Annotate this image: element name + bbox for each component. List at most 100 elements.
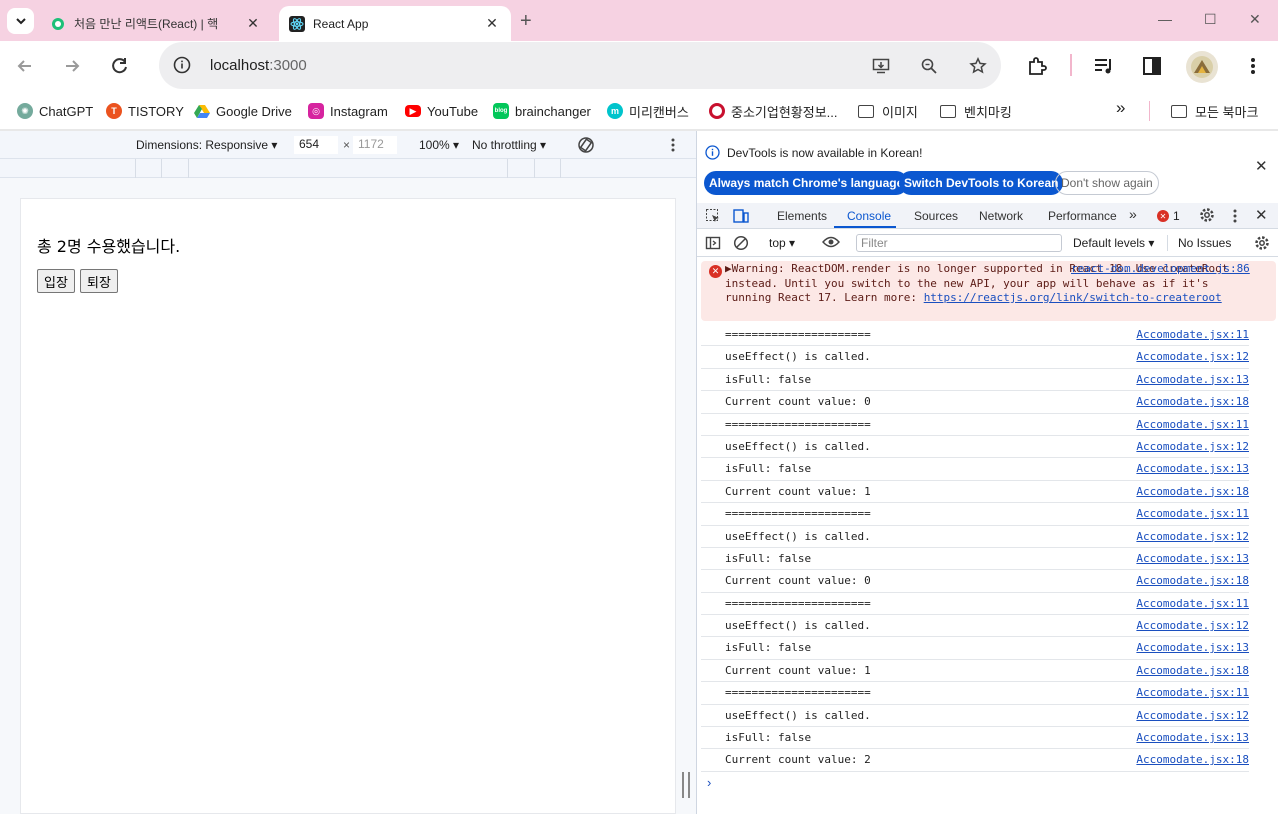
device-toggle-icon[interactable] — [733, 208, 749, 227]
log-source-link[interactable]: Accomodate.jsx:18 — [1136, 753, 1249, 766]
back-button[interactable] — [12, 53, 38, 79]
bookmark-miricanvas[interactable]: m 미리캔버스 — [607, 102, 689, 120]
console-log-list: ====================== Accomodate.jsx:11 u… — [701, 324, 1249, 772]
console-log-row: isFull: false Accomodate.jsx:13 — [701, 727, 1249, 750]
bookmark-tistory[interactable]: T TISTORY — [106, 102, 184, 120]
tab-network[interactable]: Network — [979, 209, 1023, 223]
avatar[interactable] — [1186, 51, 1218, 83]
height-input[interactable]: 1172 — [353, 136, 397, 154]
log-source-link[interactable]: Accomodate.jsx:11 — [1136, 597, 1249, 610]
close-banner-icon[interactable]: ✕ — [1255, 157, 1268, 175]
side-panel-icon[interactable] — [1139, 53, 1165, 79]
log-source-link[interactable]: Accomodate.jsx:18 — [1136, 395, 1249, 408]
throttling-dropdown[interactable]: No throttling ▾ — [472, 138, 546, 152]
match-language-button[interactable]: Always match Chrome's language — [704, 171, 909, 195]
extensions-icon[interactable] — [1024, 53, 1050, 79]
bookmark-sme-info[interactable]: 중소기업현황정보... — [709, 102, 838, 120]
zoom-dropdown[interactable]: 100% ▾ — [419, 138, 459, 152]
tab-sources[interactable]: Sources — [914, 209, 958, 223]
tab-react-app[interactable]: React App ✕ — [279, 6, 511, 41]
log-source-link[interactable]: Accomodate.jsx:13 — [1136, 641, 1249, 654]
clear-console-icon[interactable] — [733, 235, 749, 254]
bookmark-folder-benchmarking[interactable]: 벤치마킹 — [940, 102, 1012, 120]
zoom-icon[interactable] — [917, 54, 941, 78]
log-source-link[interactable]: Accomodate.jsx:11 — [1136, 418, 1249, 431]
minimize-icon[interactable]: — — [1158, 11, 1172, 27]
new-tab-button[interactable]: + — [520, 10, 532, 33]
bookmark-instagram[interactable]: ◎ Instagram — [308, 102, 388, 120]
log-source-link[interactable]: Accomodate.jsx:13 — [1136, 462, 1249, 475]
tab-course[interactable]: 처음 만난 리액트(React) | 핵 ✕ — [40, 6, 272, 41]
log-source-link[interactable]: Accomodate.jsx:12 — [1136, 709, 1249, 722]
arrow-left-icon — [17, 60, 31, 72]
install-app-icon[interactable] — [869, 54, 893, 78]
log-source-link[interactable]: Accomodate.jsx:13 — [1136, 373, 1249, 386]
log-source-link[interactable]: Accomodate.jsx:11 — [1136, 507, 1249, 520]
reload-button[interactable] — [107, 53, 133, 79]
log-source-link[interactable]: Accomodate.jsx:12 — [1136, 440, 1249, 453]
width-input[interactable]: 654 — [294, 136, 338, 154]
bookmark-google-drive[interactable]: Google Drive — [194, 102, 292, 120]
tab-console[interactable]: Console — [847, 209, 891, 223]
tab-elements[interactable]: Elements — [777, 209, 827, 223]
bookmark-chatgpt[interactable]: ✺ ChatGPT — [17, 102, 93, 120]
all-bookmarks-button[interactable]: 모든 북마크 — [1171, 102, 1258, 120]
warning-source-link[interactable]: react-dom.development.js:86 — [1071, 262, 1250, 275]
inspect-element-icon[interactable] — [705, 208, 721, 227]
expand-arrow-icon[interactable]: ▶ — [725, 262, 732, 275]
log-message: useEffect() is called. — [725, 439, 871, 453]
log-source-link[interactable]: Accomodate.jsx:12 — [1136, 350, 1249, 363]
maximize-icon[interactable]: ☐ — [1204, 11, 1217, 28]
capacity-message: 총 2명 수용했습니다. — [37, 237, 181, 256]
log-source-link[interactable]: Accomodate.jsx:18 — [1136, 574, 1249, 587]
more-options-icon[interactable] — [670, 137, 676, 156]
console-settings-icon[interactable] — [1254, 235, 1270, 254]
menu-icon[interactable] — [1240, 53, 1266, 79]
log-source-link[interactable]: Accomodate.jsx:18 — [1136, 485, 1249, 498]
close-icon[interactable]: ✕ — [483, 15, 501, 32]
bookmark-folder-images[interactable]: 이미지 — [858, 102, 918, 120]
context-selector[interactable]: top ▾ — [769, 236, 795, 250]
eye-icon[interactable] — [822, 235, 840, 252]
rotate-icon[interactable] — [576, 135, 596, 158]
error-counter[interactable]: ✕ 1 — [1157, 209, 1180, 223]
console-prompt[interactable]: › — [707, 775, 711, 790]
tab-search-button[interactable] — [7, 8, 34, 34]
folder-icon — [940, 104, 956, 118]
address-bar[interactable]: localhost:3000 — [159, 42, 1001, 89]
site-info-icon[interactable] — [169, 52, 195, 78]
media-controls-icon[interactable] — [1091, 53, 1117, 79]
viewport-resize-handle[interactable] — [682, 772, 690, 798]
more-tabs-icon[interactable]: » — [1129, 206, 1137, 222]
bookmark-brainchanger[interactable]: blog brainchanger — [493, 102, 591, 120]
settings-icon[interactable] — [1199, 207, 1215, 226]
customize-icon[interactable] — [1232, 208, 1238, 227]
log-levels-dropdown[interactable]: Default levels ▾ — [1073, 236, 1154, 250]
log-source-link[interactable]: Accomodate.jsx:18 — [1136, 664, 1249, 677]
warning-link[interactable]: https://reactjs.org/link/switch-to-creat… — [924, 291, 1222, 304]
console-filter-input[interactable]: Filter — [856, 234, 1062, 252]
dont-show-again-button[interactable]: Don't show again — [1055, 171, 1159, 195]
log-source-link[interactable]: Accomodate.jsx:12 — [1136, 530, 1249, 543]
enter-button[interactable]: 입장 — [37, 269, 75, 293]
console-log-row: ====================== Accomodate.jsx:11 — [701, 682, 1249, 705]
log-source-link[interactable]: Accomodate.jsx:12 — [1136, 619, 1249, 632]
close-icon[interactable]: ✕ — [244, 15, 262, 32]
close-devtools-icon[interactable]: ✕ — [1255, 206, 1268, 224]
bookmarks-more-button[interactable]: » — [1116, 98, 1125, 117]
dimensions-dropdown[interactable]: Dimensions: Responsive ▾ — [136, 138, 277, 152]
issues-button[interactable]: No Issues — [1178, 236, 1231, 250]
log-source-link[interactable]: Accomodate.jsx:13 — [1136, 731, 1249, 744]
log-source-link[interactable]: Accomodate.jsx:11 — [1136, 328, 1249, 341]
tab-performance[interactable]: Performance — [1048, 209, 1117, 223]
close-window-icon[interactable]: ✕ — [1249, 11, 1261, 28]
bookmark-star-icon[interactable] — [966, 54, 990, 78]
log-source-link[interactable]: Accomodate.jsx:11 — [1136, 686, 1249, 699]
switch-korean-button[interactable]: Switch DevTools to Korean — [899, 171, 1064, 195]
sidebar-toggle-icon[interactable] — [705, 235, 721, 254]
console-log-row: Current count value: 2 Accomodate.jsx:18 — [701, 749, 1249, 772]
bookmark-youtube[interactable]: ▶ YouTube — [405, 102, 478, 120]
log-source-link[interactable]: Accomodate.jsx:13 — [1136, 552, 1249, 565]
exit-button[interactable]: 퇴장 — [80, 269, 118, 293]
forward-button[interactable] — [59, 53, 85, 79]
